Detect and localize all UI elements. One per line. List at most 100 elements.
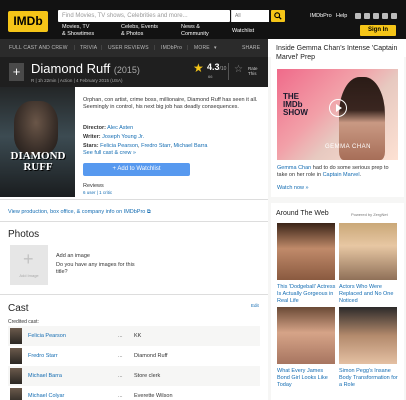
reviews-label: Reviews bbox=[83, 183, 104, 189]
article-link[interactable]: Actors Who Were Replaced and No One Noti… bbox=[339, 284, 399, 305]
search-button[interactable] bbox=[271, 10, 285, 22]
plus-icon: + bbox=[23, 249, 34, 269]
avatar[interactable] bbox=[10, 368, 22, 384]
photos-heading: Photos bbox=[8, 229, 40, 240]
plot-summary: Orphan, con artist, crime boss, milliona… bbox=[83, 97, 258, 110]
add-image-title: Add an image bbox=[56, 253, 90, 259]
instagram-icon[interactable] bbox=[364, 13, 370, 19]
cast-ellipsis: ... bbox=[118, 393, 123, 399]
facebook-icon[interactable] bbox=[355, 13, 361, 19]
cast-name-link[interactable]: Michael Colyar bbox=[28, 393, 64, 399]
subnav-share[interactable]: SHARE bbox=[242, 45, 260, 51]
poster-face bbox=[14, 101, 58, 155]
title-year[interactable]: (2015) bbox=[114, 65, 140, 75]
subnav-imdbpro[interactable]: IMDbPro bbox=[161, 45, 182, 51]
table-row: Michael Barra ... Store clerk bbox=[8, 366, 260, 386]
add-to-watchlist-ribbon[interactable]: + bbox=[9, 63, 24, 81]
cast-character: Diamond Ruff bbox=[134, 353, 168, 359]
rating-value: 4.3/10 bbox=[207, 62, 227, 72]
article-thumbnail[interactable] bbox=[277, 223, 335, 280]
avatar[interactable] bbox=[10, 328, 22, 344]
imdb-show-logo: THE IMDb SHOW bbox=[283, 92, 308, 117]
article-thumbnail[interactable] bbox=[277, 307, 335, 364]
add-to-watchlist-button[interactable]: + Add to Watchlist bbox=[83, 163, 190, 176]
play-icon[interactable] bbox=[329, 99, 347, 117]
star-icon: ★ bbox=[193, 61, 204, 75]
sign-in-button[interactable]: Sign In bbox=[360, 25, 396, 36]
title-meta: R | 1h 22min | Action | 4 February 2015 … bbox=[31, 78, 123, 83]
subnav-user-reviews[interactable]: USER REVIEWS bbox=[108, 45, 149, 51]
avatar[interactable] bbox=[10, 348, 22, 364]
imdbpro-info-box: View production, box office, & company i… bbox=[0, 199, 268, 221]
nav-movies-line2: & Showtimes bbox=[62, 30, 95, 37]
imdbpro-link[interactable]: IMDbPro bbox=[310, 13, 332, 19]
add-image-description: Do you have any images for this title? bbox=[56, 262, 135, 275]
twitch-icon[interactable] bbox=[373, 13, 379, 19]
cast-name-link[interactable]: Felicia Pearson bbox=[28, 333, 66, 339]
article-thumbnail[interactable] bbox=[339, 307, 397, 364]
search-input[interactable]: Find Movies, TV shows, Celebrities and m… bbox=[58, 10, 230, 22]
subnav-separator: | bbox=[101, 45, 103, 51]
article-link[interactable]: Simon Pegg's Insane Body Transformation … bbox=[339, 368, 399, 389]
page-title: Diamond Ruff (2015) bbox=[31, 61, 140, 76]
cast-character: KK bbox=[134, 333, 142, 339]
nav-news-community[interactable]: News & Community bbox=[181, 24, 209, 37]
promo-title[interactable]: Inside Gemma Chan's Intense 'Captain Mar… bbox=[276, 45, 401, 62]
star-link[interactable]: Felicia Pearson bbox=[100, 143, 138, 149]
twitter-icon[interactable] bbox=[382, 13, 388, 19]
imdb-logo[interactable]: IMDb bbox=[8, 11, 48, 32]
poster-image[interactable]: DIAMOND RUFF bbox=[0, 87, 75, 197]
nav-celebs-line1: Celebs, Events bbox=[121, 24, 158, 30]
cast-name-link[interactable]: Fredro Starr bbox=[28, 353, 58, 359]
promo-video-thumbnail[interactable]: THE IMDb SHOW GEMMA CHAN bbox=[277, 69, 398, 160]
around-heading: Around The Web bbox=[276, 210, 329, 217]
table-row: Fredro Starr ... Diamond Ruff bbox=[8, 346, 260, 366]
title-name: Diamond Ruff bbox=[31, 61, 111, 76]
cast-character: Store clerk bbox=[134, 373, 161, 379]
chevron-down-icon: ▾ bbox=[214, 45, 217, 51]
article-link[interactable]: This 'Dodgeball' Actress Is Actually Gor… bbox=[277, 284, 337, 305]
rate-star-icon[interactable]: ☆ bbox=[234, 64, 243, 75]
writer-link[interactable]: Joseph Young Jr. bbox=[102, 134, 144, 140]
youtube-icon[interactable] bbox=[391, 13, 397, 19]
imdbpro-info-link[interactable]: View production, box office, & company i… bbox=[8, 209, 151, 216]
reviews-links[interactable]: 6 user | 1 critic bbox=[83, 190, 112, 195]
star-link[interactable]: Michael Barra bbox=[174, 143, 208, 149]
rating-count[interactable]: 66 bbox=[208, 74, 212, 79]
nav-watchlist[interactable]: Watchlist bbox=[232, 28, 254, 35]
watch-now-link[interactable]: Watch now » bbox=[277, 185, 309, 191]
see-full-cast-link[interactable]: See full cast & crew » bbox=[83, 150, 136, 156]
photos-section: Photos + Add Image Add an image Do you h… bbox=[0, 221, 268, 294]
cast-ellipsis: ... bbox=[118, 333, 123, 339]
subnav-separator: | bbox=[154, 45, 156, 51]
nav-celebs-events[interactable]: Celebs, Events & Photos bbox=[121, 24, 158, 37]
subnav-separator: | bbox=[187, 45, 189, 51]
gemma-chan-link[interactable]: Gemma Chan bbox=[277, 165, 311, 171]
edit-cast-link[interactable]: Edit bbox=[251, 303, 259, 308]
nav-movies-tv[interactable]: Movies, TV & Showtimes bbox=[62, 24, 94, 37]
star-link[interactable]: Fredro Starr bbox=[141, 143, 170, 149]
cast-name-link[interactable]: Michael Barra bbox=[28, 373, 62, 379]
avatar[interactable] bbox=[10, 388, 22, 400]
writer-credit: Writer: Joseph Young Jr. bbox=[83, 134, 145, 140]
help-link[interactable]: Help bbox=[336, 13, 347, 19]
search-category-select[interactable]: All bbox=[231, 10, 269, 22]
captain-marvel-link[interactable]: Captain Marvel bbox=[323, 172, 360, 178]
director-link[interactable]: Alec Asten bbox=[107, 125, 133, 131]
article-thumbnail[interactable] bbox=[339, 223, 397, 280]
add-image-button[interactable]: + Add Image bbox=[10, 245, 48, 285]
top-navigation-bar: IMDb Find Movies, TV shows, Celebrities … bbox=[0, 0, 406, 39]
subnav-more[interactable]: MORE bbox=[194, 45, 210, 51]
article-link[interactable]: What Every James Bond Girl Looks Like To… bbox=[277, 368, 337, 389]
cast-ellipsis: ... bbox=[118, 353, 123, 359]
subnav-full-cast[interactable]: FULL CAST AND CREW bbox=[9, 45, 68, 51]
cast-ellipsis: ... bbox=[118, 373, 123, 379]
nav-watchlist-label: Watchlist bbox=[232, 28, 255, 34]
table-row: Felicia Pearson ... KK bbox=[8, 326, 260, 346]
nav-celebs-line2: & Photos bbox=[121, 30, 144, 37]
subnav-separator: | bbox=[74, 45, 76, 51]
cast-heading: Cast bbox=[8, 303, 29, 314]
director-credit: Director: Alec Asten bbox=[83, 125, 134, 131]
rate-this-button[interactable]: Rate This bbox=[248, 66, 258, 76]
subnav-trivia[interactable]: TRIVIA bbox=[80, 45, 97, 51]
